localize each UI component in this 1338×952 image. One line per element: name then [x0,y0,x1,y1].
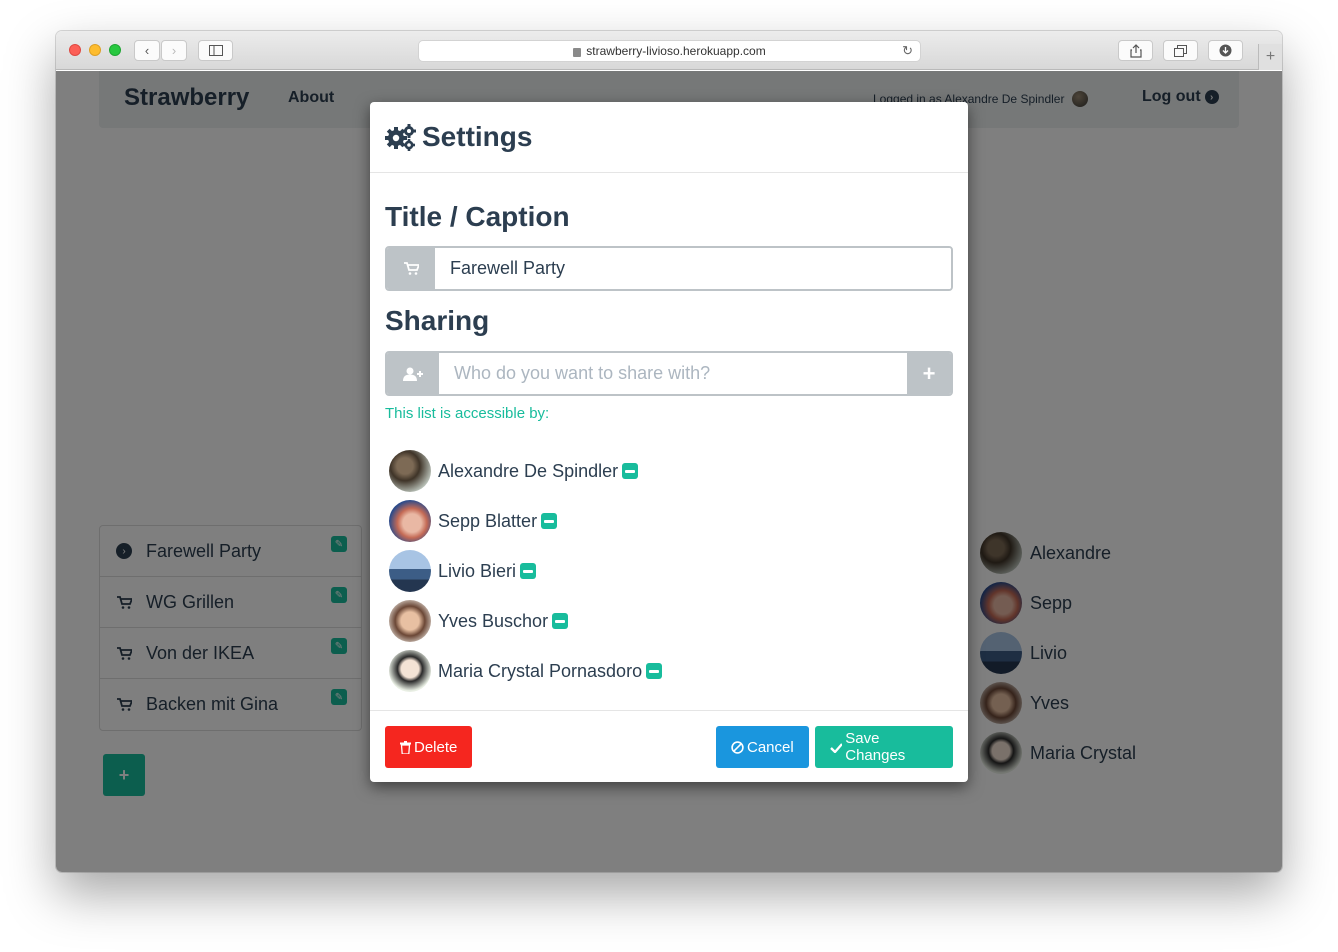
person-name: Alexandre De Spindler [438,460,619,481]
list-item: Yves Buschor [385,596,953,646]
share-icon [1129,43,1142,58]
avatar [389,500,431,542]
shared-people-list: Alexandre De Spindler Sepp Blatter Livio… [385,446,953,696]
plus-icon: + [1265,48,1276,65]
share-button[interactable] [1118,40,1153,61]
list-item: Sepp Blatter [385,496,953,546]
chevron-left-icon: ‹ [144,43,150,58]
person-name: Yves Buschor [438,610,549,631]
delete-label: Delete [414,738,458,756]
sidebar-toggle-button[interactable] [198,40,233,61]
download-icon [1219,44,1232,57]
person-name: Livio Bieri [438,560,517,581]
gears-icon [385,123,416,151]
remove-icon[interactable] [541,513,558,529]
settings-modal: Settings Title / Caption Farewell Party … [370,102,968,782]
person-name: Maria Crystal Pornasdoro [438,660,643,681]
remove-icon[interactable] [520,563,537,579]
caption-input-group: Farewell Party [385,246,953,291]
cancel-button[interactable]: Cancel [716,726,809,768]
avatar [389,650,431,692]
zoom-window-button[interactable] [109,44,121,56]
add-user-icon [387,353,439,394]
avatar [389,550,431,592]
avatar [389,450,431,492]
browser-window: ‹ › strawberry-livioso.herokuapp.com ↻ +… [56,31,1282,872]
caption-heading: Title / Caption [385,201,570,232]
minimize-window-button[interactable] [89,44,101,56]
plus-icon: + [922,360,936,386]
tabs-overview-button[interactable] [1163,40,1198,61]
address-bar[interactable]: strawberry-livioso.herokuapp.com ↻ [418,40,921,62]
access-note: This list is accessible by: [385,405,550,422]
list-item: Alexandre De Spindler [385,446,953,496]
chevron-right-icon: › [171,43,177,58]
list-item: Livio Bieri [385,546,953,596]
caption-input[interactable]: Farewell Party [435,248,951,289]
ban-icon [731,740,744,754]
back-button[interactable]: ‹ [134,40,160,61]
add-share-button[interactable]: + [907,353,951,394]
forward-button[interactable]: › [161,40,187,61]
modal-title: Settings [422,121,533,152]
modal-header: Settings [370,102,968,173]
remove-icon[interactable] [622,463,639,479]
browser-toolbar: ‹ › strawberry-livioso.herokuapp.com ↻ + [56,31,1282,70]
modal-body: Title / Caption Farewell Party Sharing W… [370,173,968,711]
new-tab-button[interactable]: + [1258,44,1282,70]
share-search-input[interactable]: Who do you want to share with? [439,353,907,394]
tabs-icon [1174,44,1187,57]
save-changes-button[interactable]: Save Changes [815,726,953,768]
downloads-button[interactable] [1208,40,1243,61]
lock-icon [573,47,582,57]
address-url: strawberry-livioso.herokuapp.com [586,44,766,58]
delete-button[interactable]: Delete [385,726,473,768]
share-input-group: Who do you want to share with? + [385,351,953,396]
list-item: Maria Crystal Pornasdoro [385,646,953,696]
remove-icon[interactable] [646,663,663,679]
close-window-button[interactable] [69,44,81,56]
modal-footer: Delete Cancel Save Changes [370,710,968,782]
check-icon [830,742,843,753]
avatar [389,600,431,642]
save-label: Save Changes [845,730,906,764]
sharing-heading: Sharing [385,305,490,336]
reload-icon[interactable]: ↻ [902,43,913,59]
cart-icon [387,248,435,289]
person-name: Sepp Blatter [438,510,538,531]
sidebar-icon [208,45,223,56]
remove-icon[interactable] [552,613,569,629]
trash-icon [400,740,411,754]
cancel-label: Cancel [747,738,794,756]
